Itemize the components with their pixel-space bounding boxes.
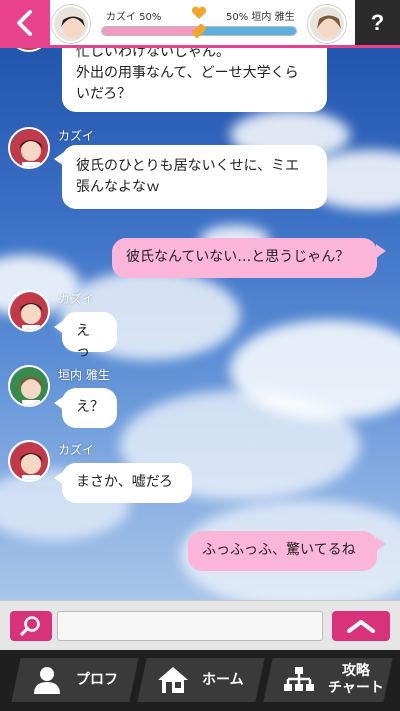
back-button[interactable] [0, 0, 50, 45]
search-button[interactable] [10, 611, 52, 641]
message-bubble: 彼氏のひとりも居ないくせに、ミエ 張んなよなｗ [62, 145, 327, 209]
help-button[interactable]: ? [355, 0, 400, 45]
nav-chart-label: 攻略 チャート [328, 663, 384, 696]
header-right-name: 50% 垣内 雅生 [226, 12, 295, 23]
heart-icon [191, 6, 207, 19]
speaker-name: 垣内 雅生 [58, 368, 110, 382]
avatar-kazui-header [52, 5, 90, 43]
chevron-left-icon [17, 9, 32, 36]
message-input[interactable] [57, 611, 323, 641]
speaker-name: カズイ [58, 443, 95, 457]
avatar-kazui [8, 440, 50, 482]
header-bar: カズイ 50% 50% 垣内 雅生 ? [0, 0, 400, 48]
nav-profile-button[interactable]: プロフ [11, 658, 139, 702]
nav-home-label: ホーム [202, 671, 244, 688]
speaker-name: カズイ [58, 129, 95, 143]
bottom-nav: プロフ ホーム 攻略 チャート [0, 650, 400, 711]
person-icon [30, 665, 64, 695]
header-left-name: カズイ 50% [106, 12, 162, 23]
bubble-tail [376, 244, 386, 258]
message-bubble: まさか、嘘だろ [62, 463, 192, 503]
nav-home-button[interactable]: ホーム [137, 658, 265, 702]
avatar-kakiuchi [8, 365, 50, 407]
message-bubble: えっ [62, 312, 117, 360]
avatar-kakiuchi-header [308, 5, 346, 43]
flowchart-icon [282, 665, 316, 695]
house-icon [156, 665, 190, 695]
nav-chart-button[interactable]: 攻略 チャート [263, 658, 393, 702]
speaker-name: カズイ [58, 292, 95, 306]
expand-button[interactable] [332, 611, 390, 641]
question-icon: ? [370, 9, 385, 35]
message-bubble-self: ふっふっふ、驚いてるね [188, 531, 377, 571]
gauge-right-fill [199, 27, 296, 35]
avatar-kazui [8, 290, 50, 332]
message-bubble: え？ [62, 388, 117, 428]
message-bubble-self: 彼氏なんていない…と思うじゃん？ [112, 238, 377, 278]
bubble-tail [376, 537, 386, 551]
input-bar [0, 600, 400, 650]
nav-profile-label: プロフ [76, 671, 118, 688]
gauge-left-fill [102, 27, 199, 35]
chevron-up-icon [347, 620, 375, 633]
magnifier-icon [20, 616, 40, 636]
avatar-kazui [8, 127, 50, 169]
